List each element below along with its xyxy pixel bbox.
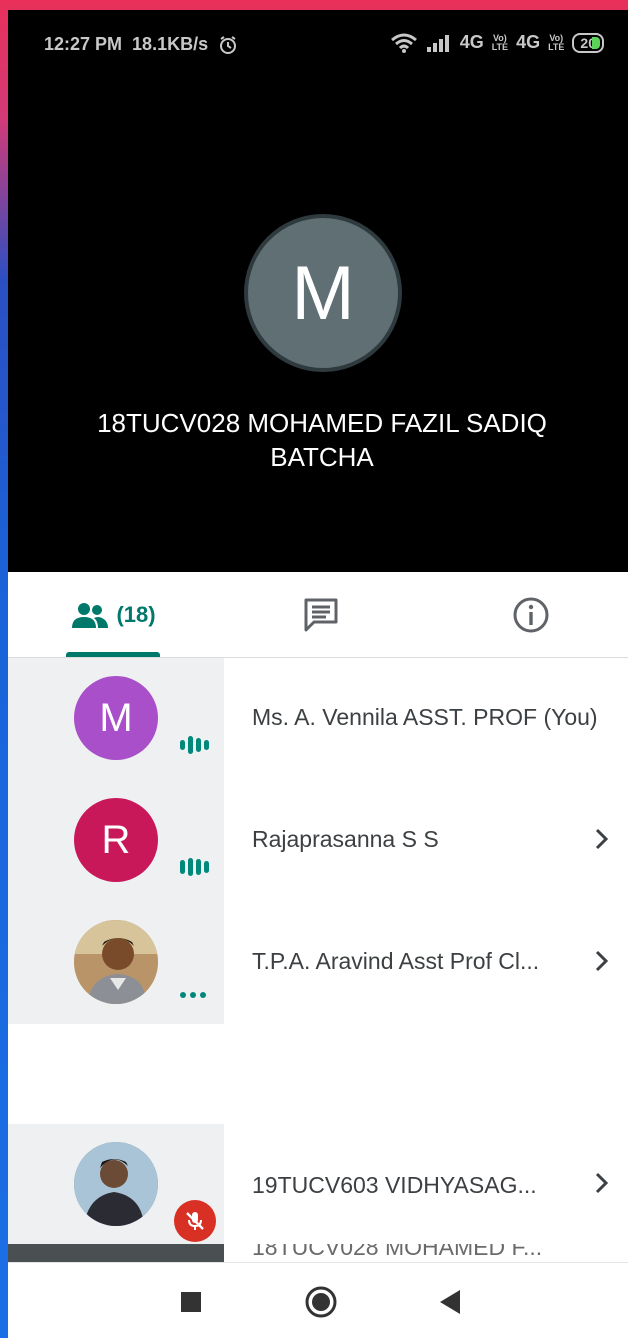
participant-name: 19TUCV603 VIDHYASAG...	[252, 1172, 537, 1198]
tab-bar: (18)	[8, 572, 628, 658]
avatar-cell: R	[8, 780, 224, 902]
signal-icon	[426, 34, 449, 52]
avatar: M	[74, 676, 158, 760]
mic-off-icon	[174, 1200, 216, 1242]
person-photo-icon	[74, 920, 158, 1004]
person-photo-icon	[74, 1142, 158, 1226]
chevron-right-icon[interactable]	[592, 946, 612, 976]
network-type-2: 4G	[516, 32, 541, 52]
status-right: 4G Vo) LTE 4G Vo) LTE 20	[390, 32, 604, 53]
volte-badge-2: Vo) LTE	[548, 33, 565, 52]
status-bar: 12:27 PM 18.1KB/s 4G Vo) LTE 4G Vo) LTE …	[8, 10, 628, 72]
participant-row[interactable]: R Rajaprasanna S S	[8, 780, 628, 902]
status-left: 12:27 PM 18.1KB/s	[44, 34, 238, 55]
phone-screen: 12:27 PM 18.1KB/s 4G Vo) LTE 4G Vo) LTE …	[8, 10, 628, 1338]
avatar-cell	[8, 902, 224, 1024]
chevron-right-icon[interactable]	[592, 1168, 612, 1198]
active-speaker-view[interactable]: M 18TUCV028 MOHAMED FAZIL SADIQ BATCHA	[8, 72, 628, 572]
chat-icon	[304, 598, 338, 632]
participant-name: Rajaprasanna S S	[252, 826, 439, 852]
home-icon[interactable]	[304, 1285, 338, 1319]
speaking-indicator-icon	[180, 858, 209, 876]
avatar-photo	[74, 920, 158, 1004]
info-icon	[513, 597, 549, 633]
volte-bottom: LTE	[491, 41, 509, 52]
people-icon	[72, 603, 109, 628]
participant-name: 18TUCV028 MOHAMED F...	[252, 1244, 543, 1260]
network-speed: 18.1KB/s	[132, 34, 209, 54]
tab-people[interactable]: (18)	[48, 572, 178, 658]
speaking-indicator-icon	[180, 736, 209, 754]
avatar-cell	[8, 1124, 224, 1246]
idle-indicator-icon	[180, 992, 206, 998]
navigation-bar	[8, 1262, 628, 1338]
speaker-name: 18TUCV028 MOHAMED FAZIL SADIQ BATCHA	[97, 408, 547, 472]
tab-info[interactable]	[486, 572, 576, 658]
people-count: (18)	[116, 602, 156, 627]
avatar-photo	[74, 1142, 158, 1226]
active-tab-indicator	[66, 652, 160, 657]
participants-panel: (18) M Ms. A. Vennila ASST. PROF (You) R…	[8, 572, 628, 1262]
battery-icon: 20	[572, 32, 604, 53]
alarm-icon	[220, 35, 237, 54]
chevron-right-icon[interactable]	[592, 824, 612, 854]
participant-row-partial[interactable]: 18TUCV028 MOHAMED F...	[8, 1244, 628, 1262]
participant-row[interactable]: 19TUCV603 VIDHYASAG...	[8, 1124, 628, 1246]
recents-icon[interactable]	[180, 1291, 202, 1313]
participant-name: Ms. A. Vennila ASST. PROF (You)	[252, 704, 598, 730]
volte-bottom: LTE	[548, 41, 565, 52]
clock: 12:27 PM	[44, 34, 123, 54]
tab-chat[interactable]	[276, 572, 366, 658]
participant-row[interactable]: T.P.A. Aravind Asst Prof Cl...	[8, 902, 628, 1024]
avatar-cell	[8, 1244, 224, 1262]
back-icon[interactable]	[438, 1289, 462, 1315]
volte-badge-1: Vo) LTE	[491, 33, 509, 52]
avatar-cell: M	[8, 658, 224, 780]
network-type-1: 4G	[459, 32, 484, 52]
participant-name: T.P.A. Aravind Asst Prof Cl...	[252, 948, 540, 974]
speaker-avatar: M	[244, 214, 402, 372]
wifi-icon	[390, 33, 417, 53]
avatar: R	[74, 798, 158, 882]
participant-row[interactable]: M Ms. A. Vennila ASST. PROF (You)	[8, 658, 628, 780]
